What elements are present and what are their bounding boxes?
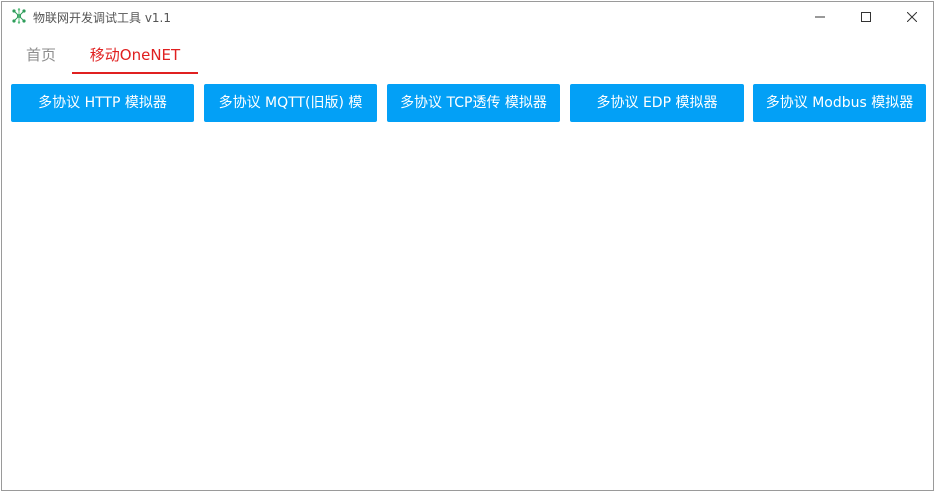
modbus-simulator-button[interactable]: 多协议 Modbus 模拟器 xyxy=(753,84,926,122)
window-title: 物联网开发调试工具 v1.1 xyxy=(33,11,172,25)
tab-home[interactable]: 首页 xyxy=(16,40,66,72)
close-icon xyxy=(907,12,917,22)
simulator-button-row: 多协议 HTTP 模拟器 多协议 MQTT(旧版) 模 多协议 TCP透传 模拟… xyxy=(2,84,933,124)
app-window: 物联网开发调试工具 v1.1 首页 移动OneNET 多协议 HTTP 模拟器 … xyxy=(1,1,934,491)
minimize-icon xyxy=(815,16,825,18)
minimize-button[interactable] xyxy=(797,2,843,32)
close-button[interactable] xyxy=(889,2,935,32)
content-area xyxy=(2,132,933,490)
title-bar[interactable]: 物联网开发调试工具 v1.1 xyxy=(2,2,933,32)
edp-simulator-button[interactable]: 多协议 EDP 模拟器 xyxy=(570,84,744,122)
mqtt-legacy-simulator-button[interactable]: 多协议 MQTT(旧版) 模 xyxy=(204,84,377,122)
maximize-icon xyxy=(861,12,871,22)
http-simulator-button[interactable]: 多协议 HTTP 模拟器 xyxy=(11,84,194,122)
app-logo-icon xyxy=(12,8,26,24)
tcp-passthrough-simulator-button[interactable]: 多协议 TCP透传 模拟器 xyxy=(387,84,560,122)
tab-bar: 首页 移动OneNET xyxy=(2,40,933,74)
tab-onenet[interactable]: 移动OneNET xyxy=(72,40,198,74)
maximize-button[interactable] xyxy=(843,2,889,32)
